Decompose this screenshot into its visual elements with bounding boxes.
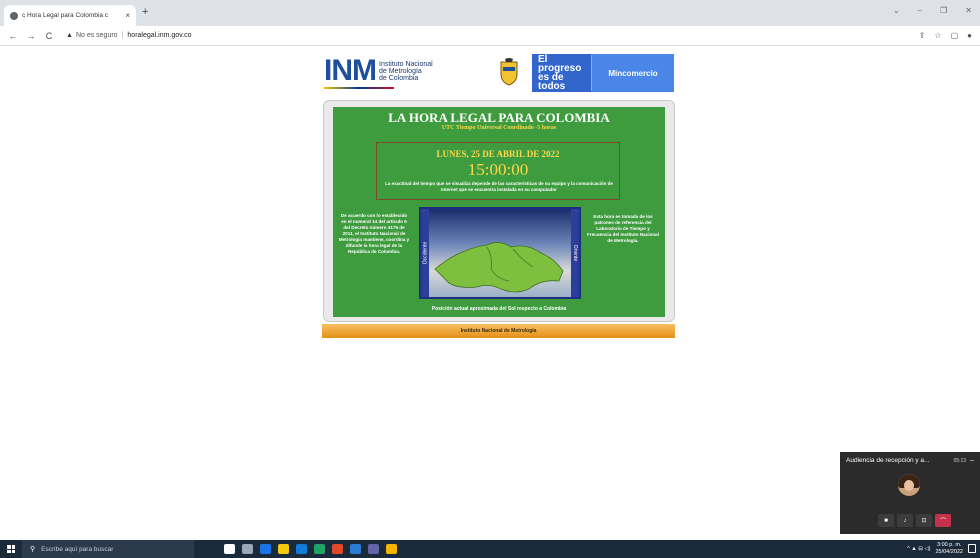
pinned-apps <box>224 544 397 554</box>
forward-button[interactable]: → <box>24 31 38 41</box>
share-icon[interactable]: ⇪ <box>919 31 926 40</box>
task-view-icon[interactable] <box>224 544 235 554</box>
current-time: 15:00:00 <box>467 160 529 179</box>
clock-box: LUNES, 25 DE ABRIL DE 2022 15:00:00 La e… <box>376 142 620 200</box>
government-banner[interactable]: El progreso es de todos Mincomercio <box>532 54 674 92</box>
legal-basis-text: De acuerdo con lo establecido en el nume… <box>338 213 410 254</box>
clock-panel: LA HORA LEGAL PARA COLOMBIA UTC Tiempo U… <box>333 107 665 317</box>
start-button[interactable] <box>0 540 22 558</box>
government-slogan: El progreso es de todos <box>532 55 592 92</box>
west-label: Occidente <box>421 209 429 297</box>
word-icon[interactable] <box>350 544 361 554</box>
meeting-popup[interactable]: Audiencia de recepción y a... 05:13 – ■ … <box>840 452 980 534</box>
bookmark-star-icon[interactable]: ☆ <box>934 31 941 40</box>
file-explorer-icon[interactable] <box>242 544 253 554</box>
profile-icon[interactable]: ● <box>967 31 972 40</box>
share-screen-button[interactable]: ⊡ <box>916 514 932 527</box>
warning-icon[interactable]: ▲ <box>66 32 73 39</box>
back-button[interactable]: ← <box>6 31 20 41</box>
meeting-controls: ■ ♪ ⊡ ⌒ <box>878 514 951 527</box>
flag-stripe <box>324 87 394 89</box>
restore-button[interactable]: ❐ <box>940 6 947 15</box>
inm-name-line-2: de Metrología <box>379 67 422 75</box>
excel-icon[interactable] <box>314 544 325 554</box>
taskbar-date: 25/04/2022 <box>935 548 963 555</box>
camera-button[interactable]: ■ <box>878 514 894 527</box>
system-tray: ^ ▲ ⊟ ◁) 3:00 p. m. 25/04/2022 <box>907 542 976 555</box>
tab-search-icon[interactable]: ⌄ <box>893 6 900 15</box>
inm-logo-mark: INM <box>324 54 377 87</box>
reference-text: Esta hora es tomada de los patrones de r… <box>587 214 659 243</box>
meeting-header: Audiencia de recepción y a... 05:13 – <box>846 457 974 464</box>
globe-icon <box>10 11 18 20</box>
meeting-title[interactable]: Audiencia de recepción y a... <box>846 457 950 464</box>
accuracy-note: La exactitud del tiempo que se visualiza… <box>385 181 613 192</box>
window-controls: ⌄ – ❐ ✕ <box>893 6 972 15</box>
inm-name-line-1: Instituto Nacional <box>379 60 433 68</box>
close-tab-icon[interactable]: × <box>125 11 130 20</box>
east-label: Oriente <box>571 209 579 297</box>
edge-icon[interactable] <box>260 544 271 554</box>
reload-button[interactable]: C <box>42 31 56 41</box>
page-title: LA HORA LEGAL PARA COLOMBIA <box>388 110 610 125</box>
search-icon: ⚲ <box>30 546 36 553</box>
taskbar-clock[interactable]: 3:00 p. m. 25/04/2022 <box>935 542 963 555</box>
file-manager-icon[interactable] <box>278 544 289 554</box>
inm-name-line-3: de Colombia <box>379 74 419 82</box>
inm-logo-text: Instituto Nacional de Metrología de Colo… <box>379 61 433 82</box>
minimize-button[interactable]: – <box>918 6 922 15</box>
new-tab-button[interactable]: + <box>142 6 148 18</box>
taskbar-search[interactable]: ⚲ Escribe aquí para buscar <box>22 540 194 558</box>
address-separator: | <box>121 32 124 39</box>
browser-toolbar: ← → C ▲ No es seguro | horalegal.inm.gov… <box>0 26 980 46</box>
toolbar-actions: ⇪ ☆ ▢ ● <box>919 31 972 40</box>
map-caption: Posición actual aproximada del Sol respe… <box>431 306 567 312</box>
security-status[interactable]: No es seguro <box>76 32 118 39</box>
taskbar-time: 3:00 p. m. <box>937 542 962 548</box>
hang-up-button[interactable]: ⌒ <box>935 514 951 527</box>
sun-position-map: Occidente Oriente <box>419 207 581 299</box>
chrome-alt-icon[interactable] <box>386 544 397 554</box>
colombia-map-icon <box>434 242 564 293</box>
windows-logo-icon <box>7 545 15 553</box>
tab-title: c Hora Legal para Colombia c <box>22 12 108 19</box>
meeting-minimize-button[interactable]: – <box>970 457 974 464</box>
header-banner: INM Instituto Nacional de Metrología de … <box>322 54 674 92</box>
search-placeholder: Escribe aquí para buscar <box>41 545 114 553</box>
tab-strip: c Hora Legal para Colombia c × + ⌄ – ❐ ✕ <box>0 0 980 26</box>
teams-icon[interactable] <box>368 544 379 554</box>
ministry-label: Mincomercio <box>592 54 674 92</box>
notification-icon[interactable] <box>968 544 976 553</box>
inm-logo[interactable]: INM Instituto Nacional de Metrología de … <box>324 56 433 86</box>
footer-bar: Instituto Nacional de Metrología <box>322 324 675 338</box>
coat-of-arms-icon <box>500 58 518 86</box>
outlook-icon[interactable] <box>296 544 307 554</box>
close-window-button[interactable]: ✕ <box>965 6 972 15</box>
utc-subtitle: UTC Tiempo Universal Coordinado -5 horas <box>441 125 557 131</box>
side-panel-icon[interactable]: ▢ <box>951 31 959 40</box>
tray-icons[interactable]: ^ ▲ ⊟ ◁) <box>907 546 930 552</box>
microphone-button[interactable]: ♪ <box>897 514 913 527</box>
address-bar[interactable]: ▲ No es seguro | horalegal.inm.gov.co <box>66 32 191 39</box>
chrome-icon[interactable] <box>332 544 343 554</box>
taskbar: ⚲ Escribe aquí para buscar ^ ▲ ⊟ ◁) 3:00… <box>0 540 980 558</box>
map-image <box>429 209 571 297</box>
avatar <box>898 474 920 496</box>
meeting-duration: 05:13 <box>953 458 967 464</box>
browser-tab[interactable]: c Hora Legal para Colombia c × <box>4 5 136 26</box>
url-text[interactable]: horalegal.inm.gov.co <box>127 32 191 39</box>
current-date: LUNES, 25 DE ABRIL DE 2022 <box>436 149 560 159</box>
